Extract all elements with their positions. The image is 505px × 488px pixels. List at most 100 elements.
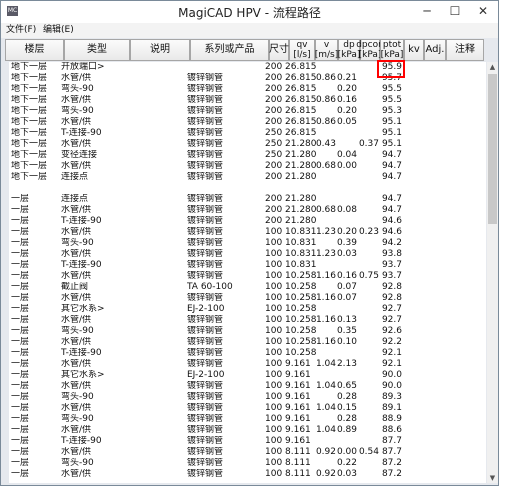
cell-ptot: 95.1: [381, 139, 402, 149]
table-row[interactable]: 一层 其它水系> EJ-2-100 100 9.161 90.0: [9, 370, 486, 381]
table-row[interactable]: 地下一层 水管/供 镀锌钢管 200 26.815 0.86 0.05 95.1: [9, 117, 486, 128]
cell-qv: 21.280: [285, 161, 317, 171]
cell-v: 0.86: [315, 73, 336, 83]
table-row[interactable]: 一层 连接点 镀锌钢管 200 21.280 94.7: [9, 194, 486, 205]
cell-qv: 26.815: [285, 84, 317, 94]
table-row[interactable]: 地下一层 开放端口> 200 26.815 95.9: [9, 62, 486, 73]
column-header-kv[interactable]: kv: [404, 39, 424, 61]
cell-type: 水管/供: [61, 337, 92, 347]
cell-series: 镀锌钢管: [187, 337, 224, 347]
vertical-scrollbar[interactable]: ▲ ▼: [487, 62, 498, 483]
cell-type: 水管/供: [61, 271, 92, 281]
table-row[interactable]: 一层 水管/供 镀锌钢管 100 10.831 1.23 0.20 0.23 94.6: [9, 227, 486, 238]
cell-ptot: 92.6: [381, 326, 402, 336]
cell-ptot: 95.5: [381, 95, 402, 105]
maximize-button[interactable]: ☐: [442, 1, 468, 21]
cell-size: 100: [265, 414, 283, 424]
cell-size: 250: [265, 150, 283, 160]
table-row[interactable]: 一层 T-连接-90 镀锌钢管 100 10.258 92.1: [9, 348, 486, 359]
cell-floor: 地下一层: [11, 62, 48, 72]
table-row[interactable]: [9, 183, 486, 194]
table-row[interactable]: 一层 水管/供 镀锌钢管 100 9.161 1.04 0.15 89.1: [9, 403, 486, 414]
table-row[interactable]: 一层 水管/供 镀锌钢管 100 8.111 0.92 0.03 87.2: [9, 469, 486, 480]
column-header-ptot[interactable]: ptot [kPa]: [380, 39, 404, 61]
cell-qv: 10.258: [285, 326, 317, 336]
cell-qv: 21.280: [285, 194, 317, 204]
cell-series: 镀锌钢管: [187, 128, 224, 138]
scroll-up-arrow-icon[interactable]: ▲: [487, 62, 498, 72]
column-header-dpcon[interactable]: dpcon [kPa]: [356, 39, 384, 61]
table-row[interactable]: 一层 弯头-90 镀锌钢管 100 9.161 0.28 89.3: [9, 392, 486, 403]
table-row[interactable]: 地下一层 水管/供 镀锌钢管 200 21.280 0.68 0.00 94.7: [9, 161, 486, 172]
column-header-v[interactable]: v [m/s]: [315, 39, 338, 61]
cell-v: 1.04: [315, 381, 336, 391]
table-row[interactable]: 地下一层 弯头-90 镀锌钢管 200 26.815 0.20 95.3: [9, 106, 486, 117]
cell-floor: 一层: [11, 348, 30, 358]
column-header-series[interactable]: 系列或产品: [190, 39, 269, 61]
cell-type: 水管/供: [61, 161, 92, 171]
cell-qv: 10.258: [285, 315, 317, 325]
cell-type: 变径连接: [61, 150, 98, 160]
scroll-thumb[interactable]: [488, 74, 497, 224]
table-row[interactable]: 一层 水管/供 镀锌钢管 100 10.258 1.16 0.10 92.2: [9, 337, 486, 348]
close-button[interactable]: ✕: [468, 1, 498, 21]
cell-ptot: 88.6: [381, 425, 402, 435]
column-header-desc[interactable]: 说明: [130, 39, 190, 61]
table-row[interactable]: 一层 水管/供 镀锌钢管 100 10.258 1.16 0.13 92.7: [9, 315, 486, 326]
cell-size: 100: [265, 271, 283, 281]
cell-series: 镀锌钢管: [187, 447, 224, 457]
column-header-size[interactable]: 尺寸: [269, 39, 289, 61]
table-row[interactable]: 一层 弯头-90 镀锌钢管 100 9.161 0.28 88.9: [9, 414, 486, 425]
table-row[interactable]: 一层 水管/供 镀锌钢管 100 10.831 1.23 0.03 93.8: [9, 249, 486, 260]
cell-floor: 地下一层: [11, 139, 48, 149]
table-row[interactable]: 一层 水管/供 镀锌钢管 100 10.258 1.16 0.16 0.75 93.7: [9, 271, 486, 282]
cell-dp: 0.03: [336, 469, 357, 479]
table-row[interactable]: 一层 水管/供 镀锌钢管 100 9.161 1.04 0.65 90.0: [9, 381, 486, 392]
cell-series: EJ-2-100: [187, 304, 225, 314]
cell-qv: 26.815: [285, 62, 317, 72]
cell-series: 镀锌钢管: [187, 293, 224, 303]
cell-type: 水管/供: [61, 425, 92, 435]
table-row[interactable]: 一层 T-连接-90 镀锌钢管 200 21.280 94.6: [9, 216, 486, 227]
cell-type: 弯头-90: [61, 106, 94, 116]
table-row[interactable]: 地下一层 水管/供 镀锌钢管 200 26.815 0.86 0.16 95.5: [9, 95, 486, 106]
cell-dp: 0.20: [336, 227, 357, 237]
table-row[interactable]: 一层 T-连接-90 镀锌钢管 100 9.161 87.7: [9, 436, 486, 447]
menu-bar: 文件(F) 编辑(E): [1, 23, 498, 38]
cell-floor: 一层: [11, 392, 30, 402]
table-row[interactable]: 一层 水管/供 镀锌钢管 200 21.280 0.68 0.08 94.7: [9, 205, 486, 216]
cell-type: 弯头-90: [61, 238, 94, 248]
table-row[interactable]: 一层 水管/供 镀锌钢管 100 8.111 0.92 0.00 0.54 87.7: [9, 447, 486, 458]
cell-floor: 地下一层: [11, 172, 48, 182]
scroll-down-arrow-icon[interactable]: ▼: [487, 473, 498, 483]
table-row[interactable]: 地下一层 连接点 镀锌钢管 200 21.280 94.7: [9, 172, 486, 183]
table-row[interactable]: 一层 水管/供 镀锌钢管 100 9.161 1.04 2.13 92.1: [9, 359, 486, 370]
menu-edit[interactable]: 编辑(E): [41, 23, 76, 38]
cell-size: 100: [265, 238, 283, 248]
table-row[interactable]: 一层 水管/供 镀锌钢管 100 10.258 1.16 0.07 92.8: [9, 293, 486, 304]
table-row[interactable]: 地下一层 水管/供 镀锌钢管 250 21.280 0.43 0.37 95.1: [9, 139, 486, 150]
column-header-adj[interactable]: Adj.: [424, 39, 446, 61]
table-row[interactable]: 一层 水管/供 镀锌钢管 100 9.161 1.04 0.89 88.6: [9, 425, 486, 436]
table-row[interactable]: 地下一层 T-连接-90 镀锌钢管 250 26.815 95.1: [9, 128, 486, 139]
table-row[interactable]: 一层 弯头-90 镀锌钢管 100 10.258 0.35 92.6: [9, 326, 486, 337]
table-row[interactable]: 一层 截止阀 TA 60-100 100 10.258 0.07 92.8: [9, 282, 486, 293]
table-row[interactable]: 地下一层 变径连接 镀锌钢管 250 21.280 0.04 94.7: [9, 150, 486, 161]
cell-size: 100: [265, 370, 283, 380]
column-header-floor[interactable]: 楼层: [5, 39, 64, 61]
minimize-button[interactable]: ─: [414, 1, 440, 21]
table-row[interactable]: 一层 其它水系> EJ-2-100 100 10.258 92.7: [9, 304, 486, 315]
cell-type: T-连接-90: [61, 216, 102, 226]
menu-file[interactable]: 文件(F): [4, 23, 38, 38]
column-header-qv[interactable]: qv [l/s]: [289, 39, 315, 61]
column-header-note[interactable]: 注释: [446, 39, 484, 61]
table-row[interactable]: 地下一层 水管/供 镀锌钢管 200 26.815 0.86 0.21 95.7: [9, 73, 486, 84]
cell-floor: 地下一层: [11, 161, 48, 171]
cell-floor: 一层: [11, 436, 30, 446]
table-row[interactable]: 一层 弯头-90 镀锌钢管 100 8.111 0.22 87.2: [9, 458, 486, 469]
cell-v: 1.16: [315, 293, 336, 303]
table-row[interactable]: 地下一层 弯头-90 镀锌钢管 200 26.815 0.20 95.5: [9, 84, 486, 95]
table-row[interactable]: 一层 T-连接-90 镀锌钢管 100 10.831 93.7: [9, 260, 486, 271]
column-header-type[interactable]: 类型: [64, 39, 130, 61]
table-row[interactable]: 一层 弯头-90 镀锌钢管 100 10.831 0.39 94.2: [9, 238, 486, 249]
